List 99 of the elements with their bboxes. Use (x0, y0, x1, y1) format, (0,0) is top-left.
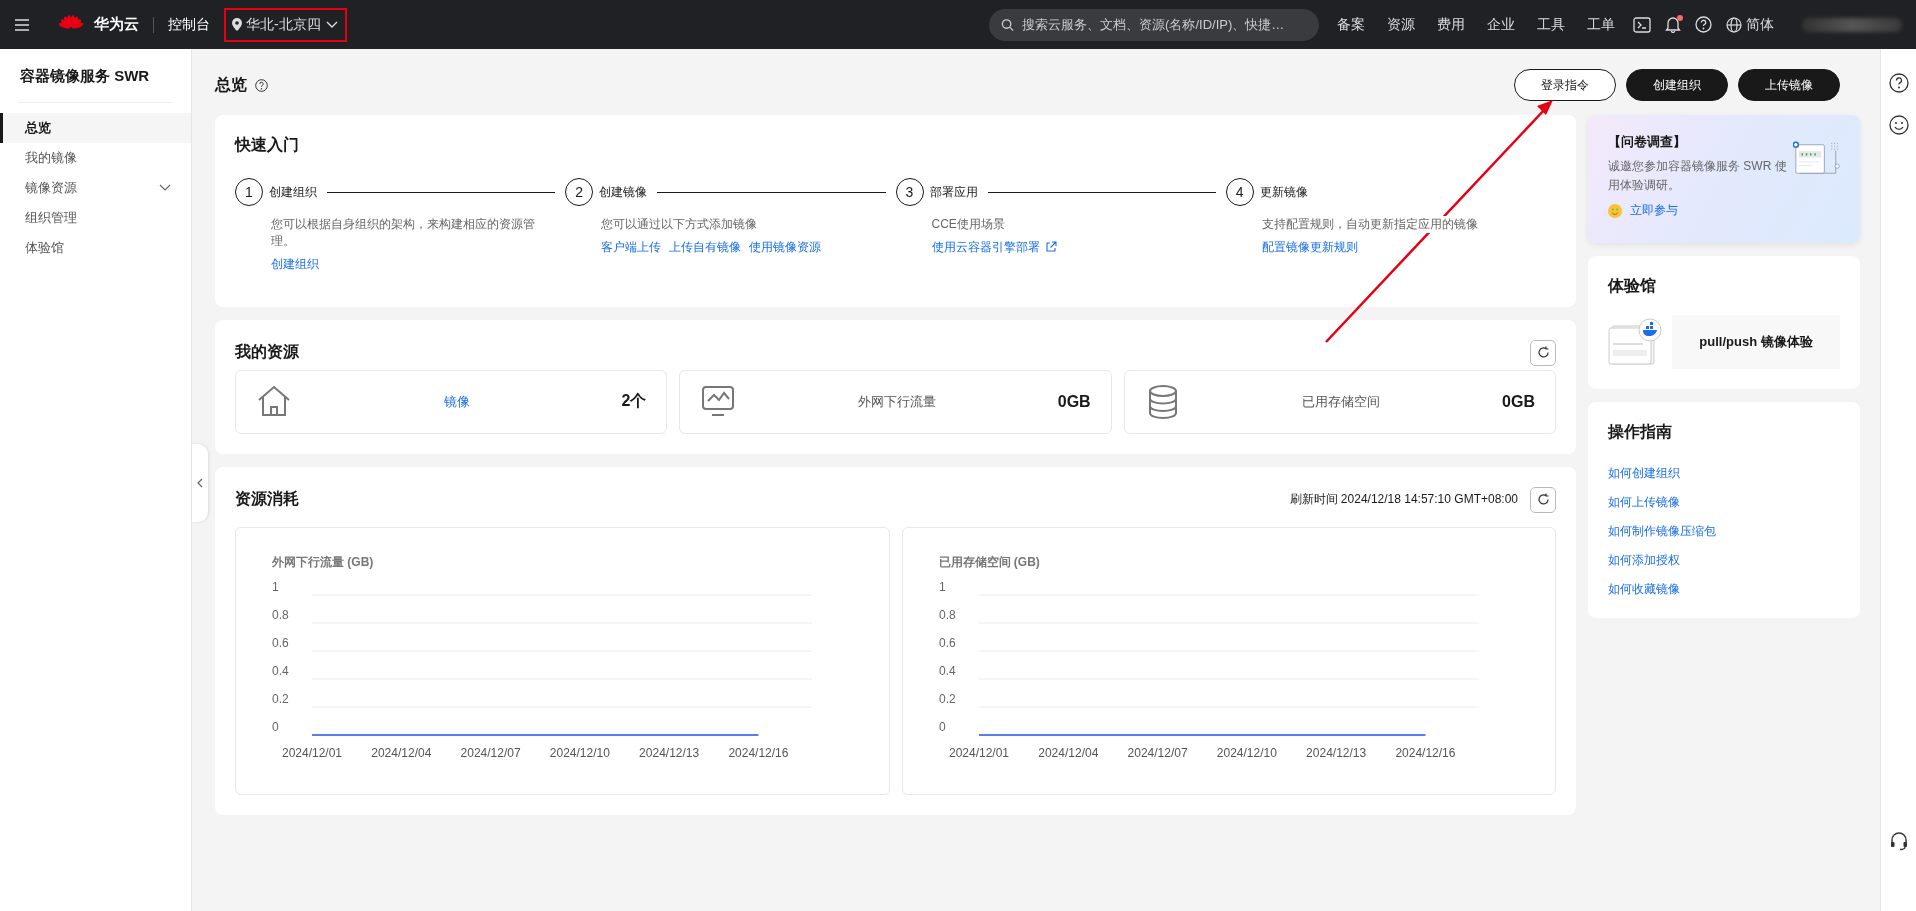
headset-icon[interactable] (1888, 831, 1909, 851)
card-title: 体验馆 (1608, 276, 1657, 296)
step-title: 创建组织 (269, 183, 317, 201)
axis-tick-label: 2024/12/16 (728, 745, 789, 760)
axis-tick-label: 0 (272, 719, 279, 734)
console-link[interactable]: 控制台 (168, 15, 210, 34)
docker-window-illustration (1608, 318, 1664, 366)
chart-title: 已用存储空间 (GB) (938, 553, 1041, 571)
axis-tick-label: 0.2 (938, 691, 956, 706)
resource-value: 0GB (1057, 392, 1091, 411)
action-button[interactable]: 上传镜像 (1738, 69, 1840, 101)
axis-tick-label: 1 (272, 579, 279, 594)
survey-title: 【问卷调查】 (1608, 133, 1687, 151)
page-title: 总览 (215, 74, 247, 95)
sidebar-item[interactable]: 组织管理 (0, 203, 191, 233)
axis-tick-label: 2024/12/07 (460, 745, 521, 760)
step-link[interactable]: 上传自有镜像 (669, 238, 742, 256)
help-icon[interactable] (255, 78, 268, 92)
axis-tick-label: 2024/12/13 (639, 745, 700, 760)
nav-link[interactable]: 工具 (1537, 15, 1565, 34)
nav-link[interactable]: 费用 (1437, 15, 1465, 34)
step-link[interactable]: 配置镜像更新规则 (1261, 238, 1358, 256)
search-field[interactable]: 搜索云服务、文档、资源(名称/ID/IP)、快捷… (989, 8, 1319, 41)
chart-title: 外网下行流量 (GB) (272, 553, 375, 571)
guide-link[interactable]: 如何上传镜像 (1608, 494, 1680, 511)
search-icon (1001, 17, 1015, 32)
chevron-left-icon (197, 478, 203, 488)
step-link[interactable]: 客户端上传 (601, 238, 662, 256)
axis-tick-label: 0.6 (938, 635, 956, 650)
guide-link[interactable]: 如何创建组织 (1608, 465, 1680, 482)
axis-tick-label: 0.8 (938, 607, 956, 622)
axis-tick-label: 2024/12/13 (1305, 745, 1366, 760)
sidebar-item[interactable]: 体验馆 (0, 233, 191, 263)
sidebar-item[interactable]: 我的镜像 (0, 143, 191, 173)
axis-tick-label: 2024/12/10 (1216, 745, 1277, 760)
refresh-button[interactable] (1530, 486, 1556, 513)
guide-link[interactable]: 如何制作镜像压缩包 (1608, 523, 1716, 540)
resource-value: 0GB (1502, 392, 1535, 411)
axis-tick-label: 0.2 (272, 691, 289, 706)
resource-value: 2个 (621, 391, 647, 412)
axis-tick-label: 0.8 (272, 607, 289, 622)
survey-link[interactable]: 立即参与 (1630, 202, 1678, 220)
guide-link[interactable]: 如何添加授权 (1608, 552, 1680, 569)
nav-link[interactable]: 资源 (1387, 15, 1415, 34)
external-link-icon (1044, 241, 1057, 254)
axis-tick-label: 2024/12/04 (371, 745, 432, 760)
step-link[interactable]: 使用云容器引擎部署 (931, 238, 1057, 256)
refresh-icon (1536, 346, 1550, 360)
chevron-down-icon (159, 184, 171, 192)
resource-label: 外网下行流量 (857, 392, 938, 411)
refresh-button[interactable] (1530, 339, 1556, 366)
axis-tick-label: 2024/12/10 (549, 745, 610, 760)
step-link[interactable]: 创建组织 (271, 255, 319, 273)
help-icon[interactable] (1888, 73, 1909, 93)
experience-link[interactable]: pull/push 镜像体验 (1672, 315, 1840, 369)
guide-link[interactable]: 如何收藏镜像 (1608, 581, 1680, 598)
smiley-icon[interactable] (1888, 115, 1909, 135)
sidebar-item[interactable]: 总览 (0, 113, 191, 143)
collapse-handle[interactable] (192, 444, 208, 522)
card-title: 快速入门 (235, 135, 300, 155)
refresh-time: 刷新时间 2024/12/18 14:57:10 GMT+08:00 (1289, 491, 1518, 509)
step-link[interactable]: 使用镜像资源 (749, 238, 822, 256)
service-title: 容器镜像服务 SWR (18, 63, 173, 103)
axis-tick-label: 1 (938, 579, 946, 594)
axis-tick-label: 0.6 (272, 635, 289, 650)
survey-text: 诚邀您参加容器镜像服务 SWR 使用体验调研。 (1608, 158, 1788, 194)
bell-icon[interactable] (1665, 16, 1681, 33)
card-title: 操作指南 (1608, 422, 1673, 442)
axis-tick-label: 0 (938, 719, 946, 734)
location-pin-icon (232, 18, 242, 31)
axis-tick-label: 2024/12/04 (1037, 745, 1098, 760)
smiley-icon (1608, 203, 1622, 218)
globe-icon (1726, 16, 1742, 33)
refresh-icon (1536, 493, 1550, 507)
axis-tick-label: 0.4 (272, 663, 289, 678)
step-title: 创建镜像 (599, 183, 648, 201)
resource-link[interactable]: 镜像 (292, 392, 622, 411)
chevron-down-icon (324, 19, 339, 30)
menu-icon[interactable] (14, 17, 30, 32)
axis-tick-label: 2024/12/01 (948, 745, 1009, 760)
resource-label: 已用存储空间 (1301, 392, 1382, 411)
step-title: 部署应用 (929, 183, 978, 201)
nav-link[interactable]: 备案 (1337, 15, 1365, 34)
axis-tick-label: 2024/12/01 (281, 745, 343, 760)
action-button[interactable]: 创建组织 (1626, 69, 1728, 101)
region-selector[interactable]: 华北-北京四 (224, 7, 347, 42)
axis-tick-label: 0.4 (938, 663, 956, 678)
brand-name[interactable]: 华为云 (94, 15, 139, 34)
card-title: 我的资源 (235, 342, 299, 363)
language-menu[interactable]: 简体 (1726, 15, 1774, 34)
terminal-icon[interactable] (1633, 16, 1651, 33)
nav-link[interactable]: 工单 (1587, 15, 1615, 34)
sidebar-item[interactable]: 镜像资源 (0, 173, 191, 203)
axis-tick-label: 2024/12/07 (1127, 745, 1188, 760)
step-title: 更新镜像 (1259, 183, 1308, 201)
axis-tick-label: 2024/12/16 (1394, 745, 1455, 760)
nav-link[interactable]: 企业 (1487, 15, 1515, 34)
card-title: 资源消耗 (235, 489, 299, 510)
action-button[interactable]: 登录指令 (1514, 69, 1616, 101)
